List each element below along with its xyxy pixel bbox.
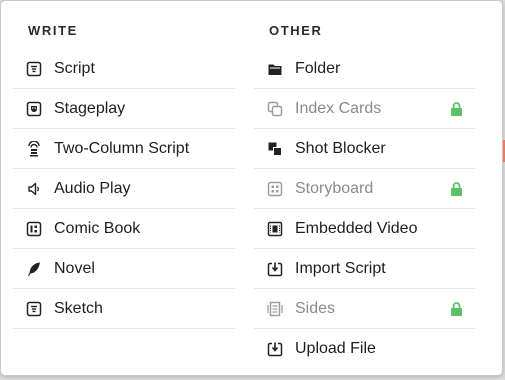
menu-item-label: Import Script [295, 259, 386, 277]
menu-item-label: Sketch [54, 299, 103, 317]
menu-item-shot-blocker[interactable]: Shot Blocker [254, 129, 475, 169]
lock-icon [451, 302, 462, 316]
menu-item-label: Folder [295, 59, 341, 77]
menu-item-novel[interactable]: Novel [13, 249, 235, 289]
sides-icon [267, 301, 283, 317]
folder-icon [267, 61, 283, 77]
import-icon [267, 261, 283, 277]
menu-item-sides[interactable]: Sides [254, 289, 475, 329]
menu-item-label: Novel [54, 259, 95, 277]
menu-item-label: Audio Play [54, 179, 131, 197]
other-list: Folder Index Cards Shot Blocker Storyboa… [254, 49, 475, 368]
upload-icon [267, 341, 283, 357]
shot-blocker-icon [267, 141, 283, 157]
two-column-script-icon [26, 140, 42, 157]
menu-item-sketch[interactable]: Sketch [13, 289, 235, 329]
menu-item-upload-file[interactable]: Upload File [254, 329, 475, 368]
speaker-icon [26, 181, 42, 197]
storyboard-icon [267, 181, 283, 197]
new-document-menu: WRITE Script Stageplay Two-Column Script [0, 0, 503, 376]
index-cards-icon [267, 101, 283, 117]
menu-item-audio-play[interactable]: Audio Play [13, 169, 235, 209]
menu-item-folder[interactable]: Folder [254, 49, 475, 89]
menu-item-script[interactable]: Script [13, 49, 235, 89]
menu-item-index-cards[interactable]: Index Cards [254, 89, 475, 129]
menu-item-label: Embedded Video [295, 219, 418, 237]
script-icon [26, 61, 42, 77]
menu-item-embedded-video[interactable]: Embedded Video [254, 209, 475, 249]
write-list: Script Stageplay Two-Column Script Audio… [13, 49, 235, 329]
quill-icon [26, 261, 42, 277]
menu-item-stageplay[interactable]: Stageplay [13, 89, 235, 129]
menu-item-comic-book[interactable]: Comic Book [13, 209, 235, 249]
sketch-icon [26, 301, 42, 317]
menu-item-label: Two-Column Script [54, 139, 190, 157]
menu-item-import-script[interactable]: Import Script [254, 249, 475, 289]
menu-item-label: Script [54, 59, 95, 77]
menu-item-label: Comic Book [54, 219, 141, 237]
lock-icon [451, 182, 462, 196]
menu-item-label: Upload File [295, 339, 376, 357]
menu-item-label: Shot Blocker [295, 139, 386, 157]
menu-item-two-column-script[interactable]: Two-Column Script [13, 129, 235, 169]
film-icon [267, 221, 283, 237]
write-heading: WRITE [28, 23, 78, 38]
other-heading: OTHER [269, 23, 323, 38]
menu-item-label: Storyboard [295, 179, 374, 197]
stageplay-mask-icon [26, 101, 42, 117]
menu-item-label: Stageplay [54, 99, 126, 117]
comic-book-icon [26, 221, 42, 237]
menu-item-label: Index Cards [295, 99, 382, 117]
menu-item-storyboard[interactable]: Storyboard [254, 169, 475, 209]
lock-icon [451, 102, 462, 116]
menu-item-label: Sides [295, 299, 336, 317]
